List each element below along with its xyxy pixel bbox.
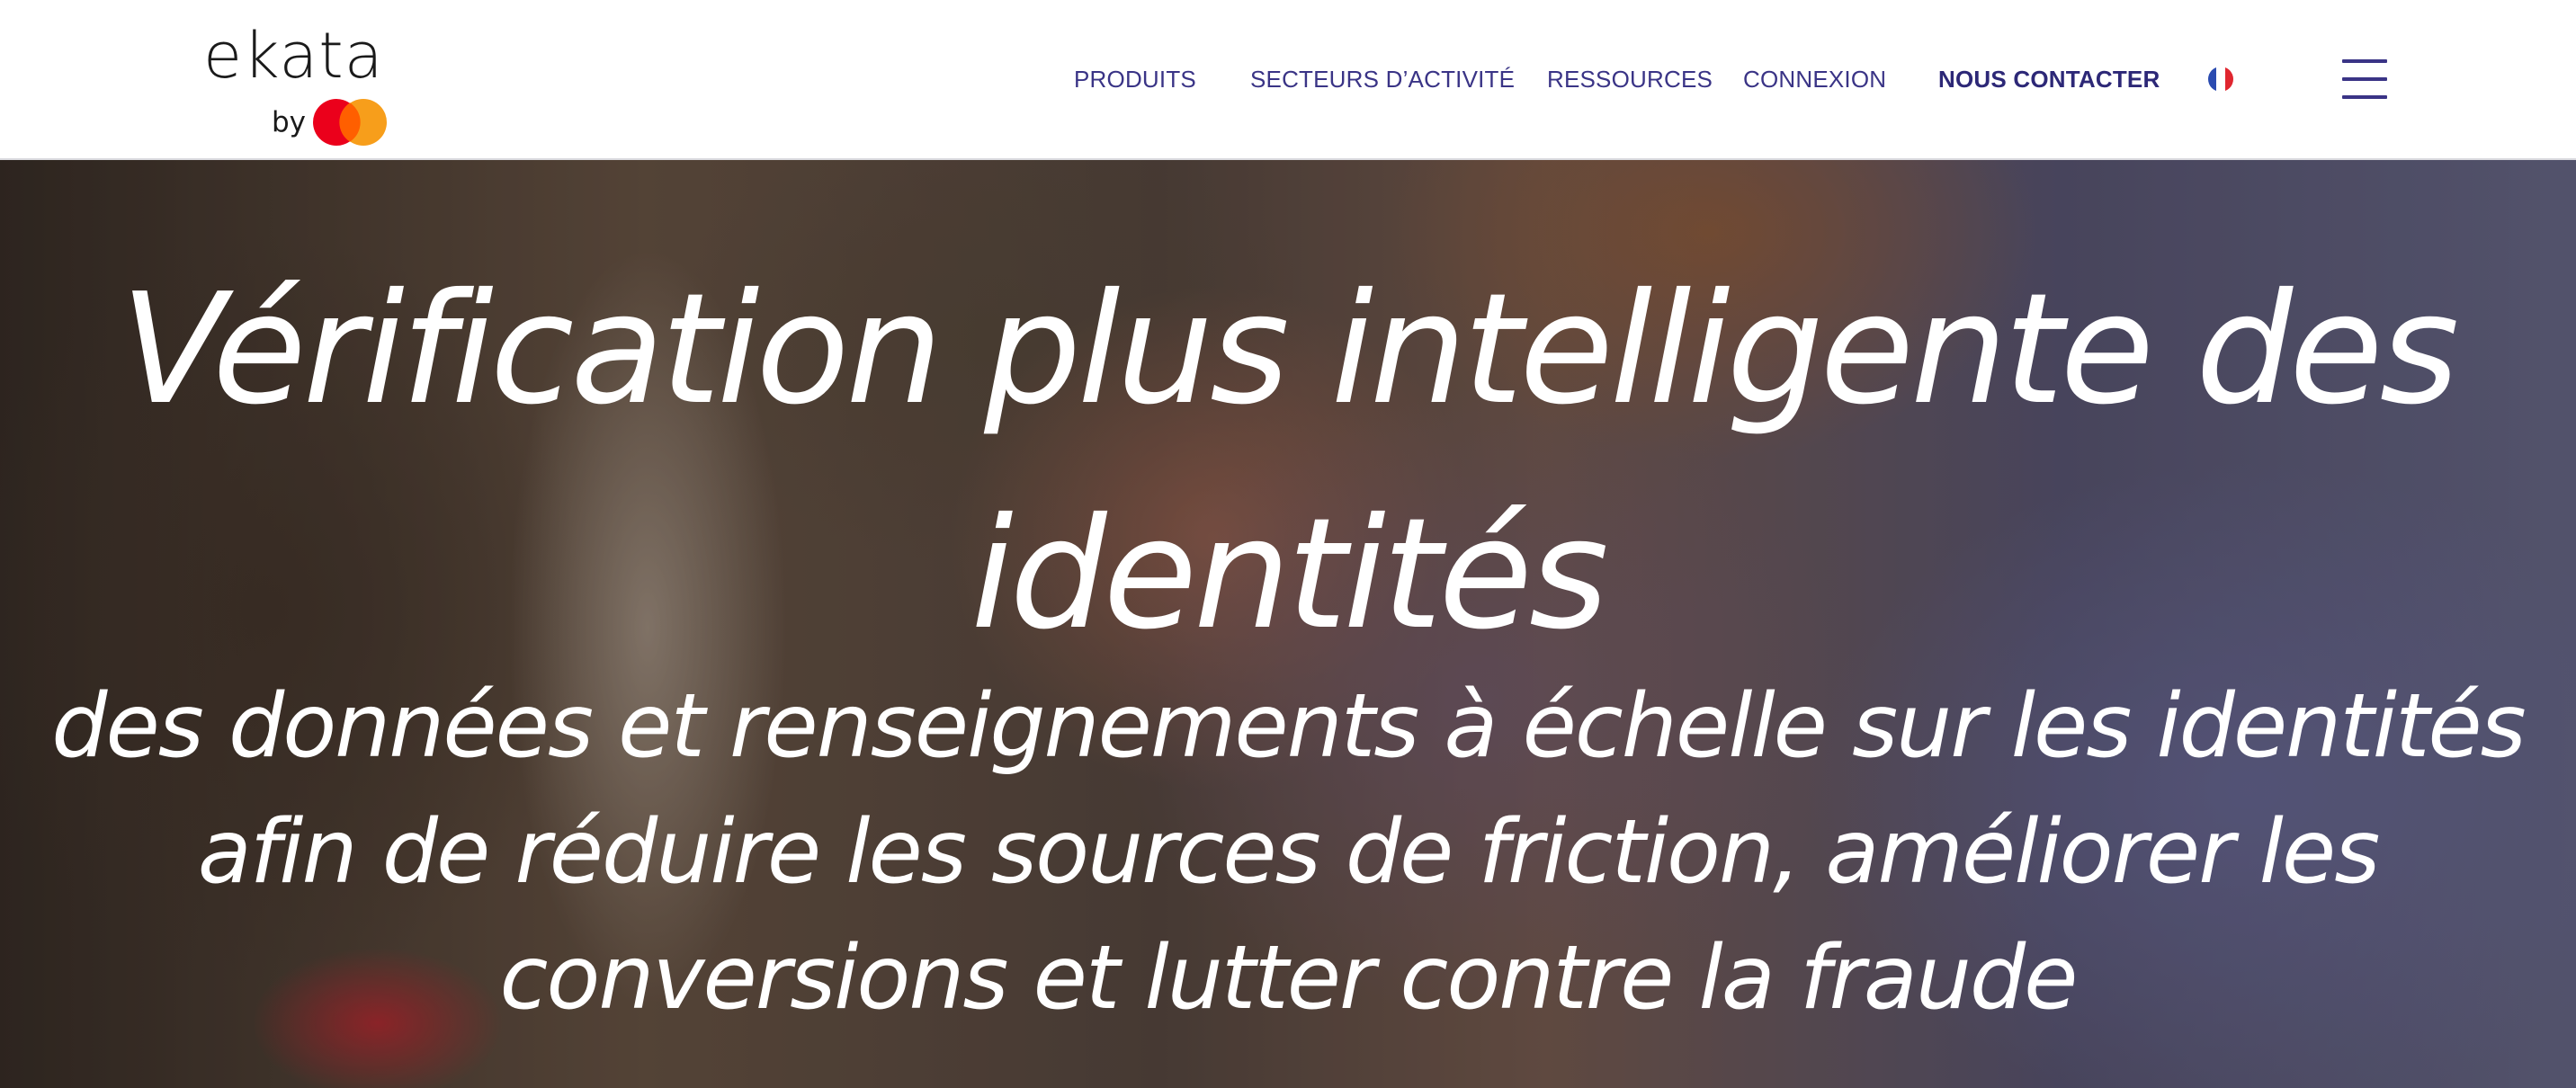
main-nav: PRODUITS SECTEURS D’ACTIVITÉ RESSOURCES …: [0, 0, 2576, 160]
french-flag-icon[interactable]: [2208, 67, 2233, 92]
nav-item-ressources[interactable]: RESSOURCES: [1547, 63, 1713, 95]
nav-item-contact[interactable]: NOUS CONTACTER: [1938, 63, 2160, 95]
nav-item-secteurs[interactable]: SECTEURS D’ACTIVITÉ: [1250, 63, 1515, 95]
nav-item-produits[interactable]: PRODUITS: [1074, 63, 1196, 95]
hero-subtitle: des données et renseignements à échelle …: [51, 675, 2526, 1030]
hero-section: Vérification plus intelligente des ident…: [0, 160, 2576, 1088]
hamburger-menu-icon[interactable]: [2342, 58, 2387, 101]
nav-item-connexion[interactable]: CONNEXION: [1743, 63, 1886, 95]
hero-title: Vérification plus intelligente des ident…: [120, 261, 2459, 664]
site-header: ekata by PRODUITS SECTEURS D’ACTIVITÉ RE…: [0, 0, 2576, 160]
